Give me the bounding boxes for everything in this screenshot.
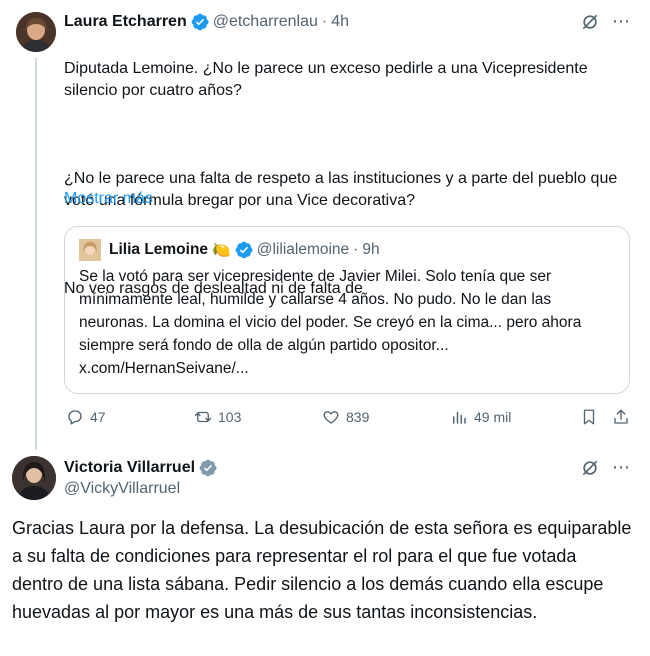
- more-options-button[interactable]: ⋯: [612, 458, 631, 476]
- verified-badge-icon: [199, 459, 217, 477]
- grok-icon: [582, 460, 598, 476]
- avatar[interactable]: [12, 456, 56, 500]
- reply-button[interactable]: 47: [66, 408, 106, 426]
- reply-count: 47: [90, 409, 106, 425]
- tweet1-header: Laura Etcharren @etcharrenlau · 4h: [64, 12, 349, 32]
- quoted-author-handle: @lilialemoine: [256, 241, 350, 258]
- quoted-text: Se la votó para ser vicepresidente de Ja…: [79, 268, 582, 354]
- separator-dot: ·: [353, 241, 359, 258]
- quoted-link[interactable]: x.com/HernanSeivane/...: [79, 360, 249, 377]
- repost-count: 103: [218, 409, 242, 425]
- author-handle[interactable]: @VickyVillarruel: [64, 480, 180, 498]
- share-button[interactable]: [612, 408, 630, 426]
- quoted-tweet[interactable]: Lilia Lemoine 🍋 @lilialemoine · 9h Se la…: [64, 226, 630, 394]
- separator-dot: ·: [321, 13, 328, 30]
- quoted-timestamp: 9h: [362, 241, 380, 258]
- thread-line: [35, 58, 37, 450]
- verified-badge-icon: [191, 13, 209, 31]
- views-button[interactable]: 49 mil: [450, 408, 511, 426]
- tweet2-header: Victoria Villarruel: [64, 458, 217, 478]
- grok-button[interactable]: [580, 12, 600, 37]
- lemon-emoji: 🍋: [212, 242, 231, 259]
- verified-badge-icon: [235, 241, 253, 259]
- quoted-author-name: Lilia Lemoine: [109, 241, 209, 258]
- like-button[interactable]: 839: [322, 408, 369, 426]
- avatar-image: [16, 12, 56, 52]
- author-name[interactable]: Laura Etcharren: [64, 13, 187, 31]
- grok-icon: [582, 14, 598, 30]
- repost-button[interactable]: 103: [194, 408, 241, 426]
- views-icon: [453, 411, 466, 424]
- bookmark-button[interactable]: [580, 408, 598, 426]
- avatar[interactable]: [16, 12, 56, 52]
- quoted-header: Lilia Lemoine 🍋 @lilialemoine · 9h: [109, 239, 380, 261]
- grok-button[interactable]: [580, 458, 600, 483]
- like-count: 839: [346, 409, 370, 425]
- author-handle[interactable]: @etcharrenlau: [213, 13, 318, 31]
- quoted-text-block: Se la votó para ser vicepresidente de Ja…: [79, 265, 611, 380]
- show-more-link[interactable]: Mostrar más: [64, 190, 153, 208]
- views-count: 49 mil: [474, 409, 512, 425]
- quoted-avatar-image: [79, 239, 101, 261]
- more-icon: ⋯: [612, 457, 631, 477]
- author-name[interactable]: Victoria Villarruel: [64, 459, 195, 477]
- tweet2-text: Gracias Laura por la defensa. La desubic…: [12, 518, 632, 622]
- bookmark-icon: [583, 409, 595, 425]
- more-options-button[interactable]: ⋯: [612, 12, 631, 30]
- share-icon: [614, 409, 628, 424]
- timestamp[interactable]: 4h: [331, 13, 349, 31]
- reply-icon: [68, 410, 82, 425]
- more-icon: ⋯: [612, 11, 631, 31]
- repost-icon: [194, 411, 212, 423]
- heart-icon: [323, 411, 339, 424]
- tweet1-paragraph-1: Diputada Lemoine. ¿No le parece un exces…: [64, 60, 588, 99]
- avatar-image: [12, 456, 56, 500]
- quoted-avatar: [79, 239, 101, 261]
